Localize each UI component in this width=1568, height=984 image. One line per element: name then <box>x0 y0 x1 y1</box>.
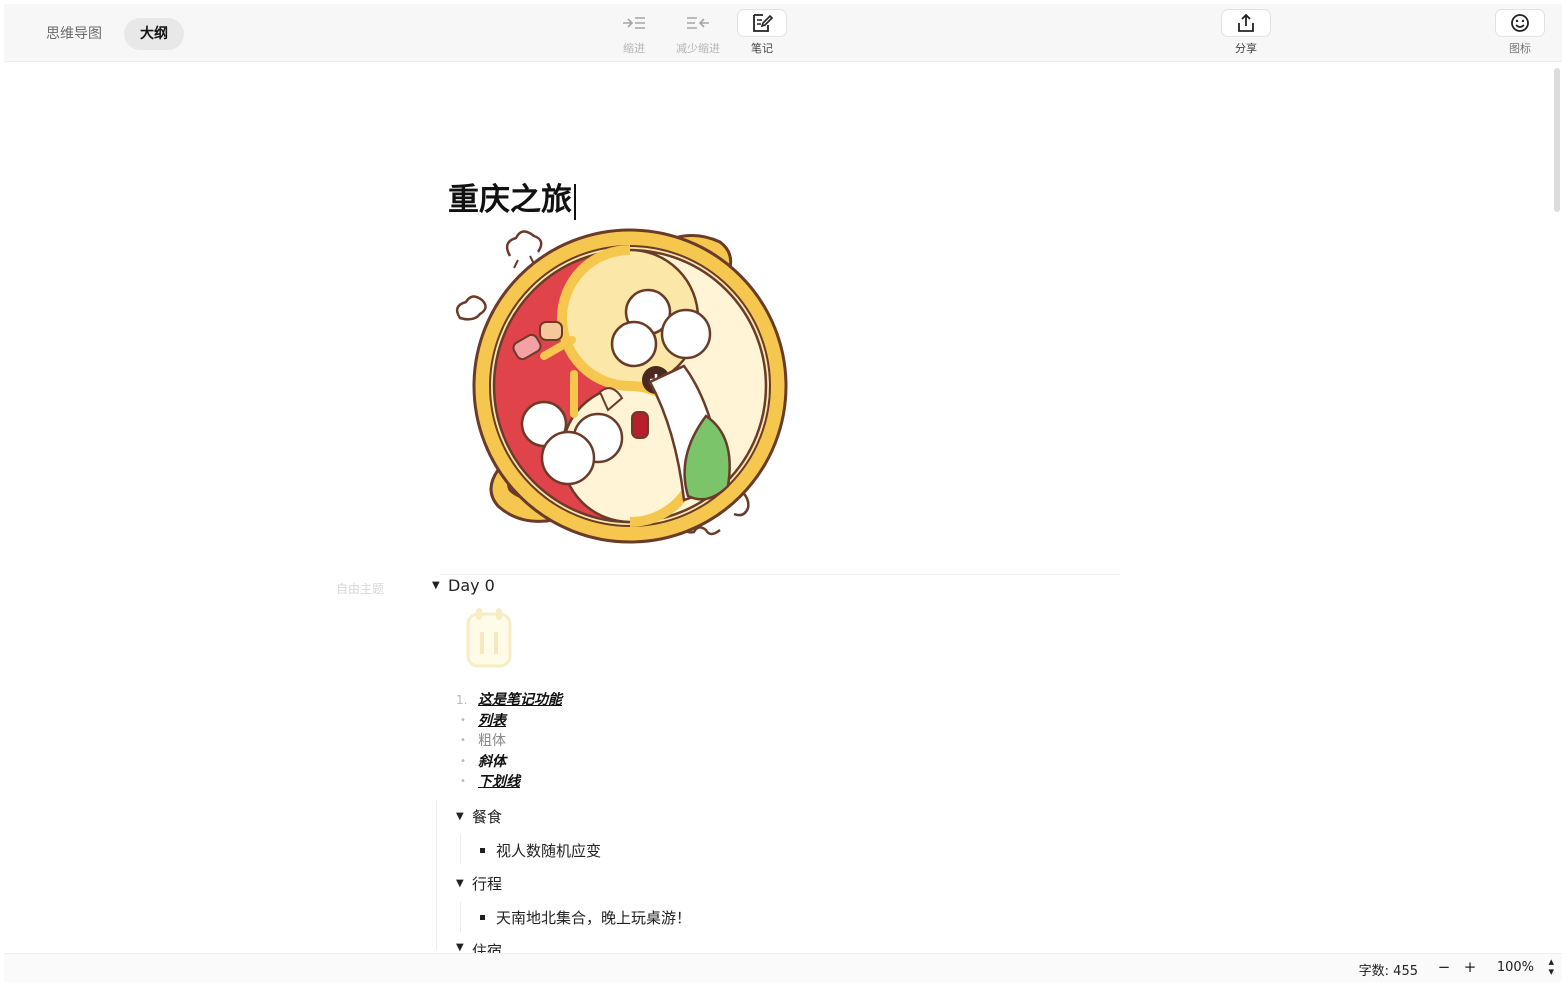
status-bar: 字数: 455 − + 100% ▴ ▾ <box>4 953 1562 982</box>
indent-label: 缩进 <box>623 42 645 55</box>
node-label: 天南地北集合，晚上玩桌游！ <box>496 909 692 927</box>
icon-label: 图标 <box>1509 42 1531 55</box>
indent-button[interactable]: 缩进 <box>606 10 662 56</box>
indent-icon <box>610 10 658 36</box>
note-list-item: • 粗体 <box>456 731 562 752</box>
share-icon <box>1222 10 1270 36</box>
top-toolbar: 思维导图 大纲 缩进 减少缩进 笔记 分享 图标 <box>4 4 1562 62</box>
note-list-item: • 列表 <box>456 711 562 732</box>
zoom-level: 100% <box>1496 960 1534 975</box>
outdent-button[interactable]: 减少缩进 <box>670 10 726 56</box>
note-text: 列表 <box>478 712 506 729</box>
outline-node[interactable]: ▼ 行程 <box>456 873 502 894</box>
list-marker: • <box>460 776 466 787</box>
outline-node[interactable]: 视人数随机应变 <box>474 840 601 861</box>
outline-node[interactable]: ▼ 餐食 <box>456 806 502 827</box>
collapse-triangle-icon[interactable]: ▼ <box>432 580 448 591</box>
node-label: Day 0 <box>448 576 495 595</box>
note-list-item: 1. 这是笔记功能 <box>456 690 562 711</box>
outdent-icon <box>674 10 722 36</box>
vertical-scrollbar[interactable] <box>1552 64 1562 950</box>
collapse-triangle-icon[interactable]: ▼ <box>456 811 472 822</box>
word-count: 字数: 455 <box>1358 964 1418 979</box>
hotpot-illustration <box>455 228 788 544</box>
icon-button[interactable]: 图标 <box>1492 10 1548 56</box>
zoom-out-button[interactable]: − <box>1434 957 1454 977</box>
bullet-icon <box>480 915 485 920</box>
list-marker: • <box>460 755 466 767</box>
outline-node[interactable]: 天南地北集合，晚上玩桌游！ <box>474 907 691 928</box>
title-text: 重庆之旅 <box>448 182 572 218</box>
view-switch: 思维导图 大纲 <box>30 18 184 50</box>
node-label: 餐食 <box>472 808 503 826</box>
scrollbar-thumb[interactable] <box>1554 68 1560 212</box>
notes-label: 笔记 <box>751 42 773 55</box>
list-marker: • <box>460 735 466 746</box>
note-text: 这是笔记功能 <box>478 692 562 708</box>
note-list-item: • 斜体 <box>456 752 562 773</box>
indent-guide <box>460 834 461 864</box>
share-button[interactable]: 分享 <box>1218 10 1274 56</box>
calendar-sticker-icon <box>466 608 512 668</box>
collapse-triangle-icon[interactable]: ▼ <box>456 878 472 889</box>
node-label: 视人数随机应变 <box>496 842 602 860</box>
list-marker: 1. <box>456 693 468 707</box>
share-label: 分享 <box>1235 42 1257 55</box>
note-edit-icon <box>738 10 786 36</box>
indent-guide <box>460 902 461 932</box>
free-topic-label[interactable]: 自由主题 <box>336 580 384 597</box>
note-text: 下划线 <box>478 774 520 790</box>
tab-outline[interactable]: 大纲 <box>124 18 184 50</box>
notes-button[interactable]: 笔记 <box>734 10 790 56</box>
note-list-item: • 下划线 <box>456 772 562 793</box>
collapse-triangle-icon[interactable]: ▼ <box>456 940 472 953</box>
list-marker: • <box>460 714 466 726</box>
section-divider <box>440 574 1120 575</box>
node-label: 住宿 <box>472 942 503 953</box>
document-title[interactable]: 重庆之旅 <box>448 174 576 220</box>
text-caret <box>574 183 576 220</box>
note-text: 斜体 <box>478 753 506 770</box>
emoji-icon <box>1496 10 1544 36</box>
tab-mindmap[interactable]: 思维导图 <box>30 18 118 50</box>
zoom-in-button[interactable]: + <box>1460 957 1480 977</box>
outline-node[interactable]: ▼ 住宿 <box>456 940 502 953</box>
indent-guide <box>436 800 437 950</box>
outline-node-day0[interactable]: ▼ Day 0 <box>432 576 495 595</box>
note-text: 粗体 <box>478 733 506 749</box>
node-label: 行程 <box>472 875 503 893</box>
outdent-label: 减少缩进 <box>676 42 720 55</box>
node-note[interactable]: 1. 这是笔记功能 • 列表 • 粗体 • 斜体 • 下划线 <box>456 690 562 793</box>
zoom-stepper-icon[interactable]: ▴ ▾ <box>1548 956 1554 977</box>
bullet-icon <box>480 848 485 853</box>
